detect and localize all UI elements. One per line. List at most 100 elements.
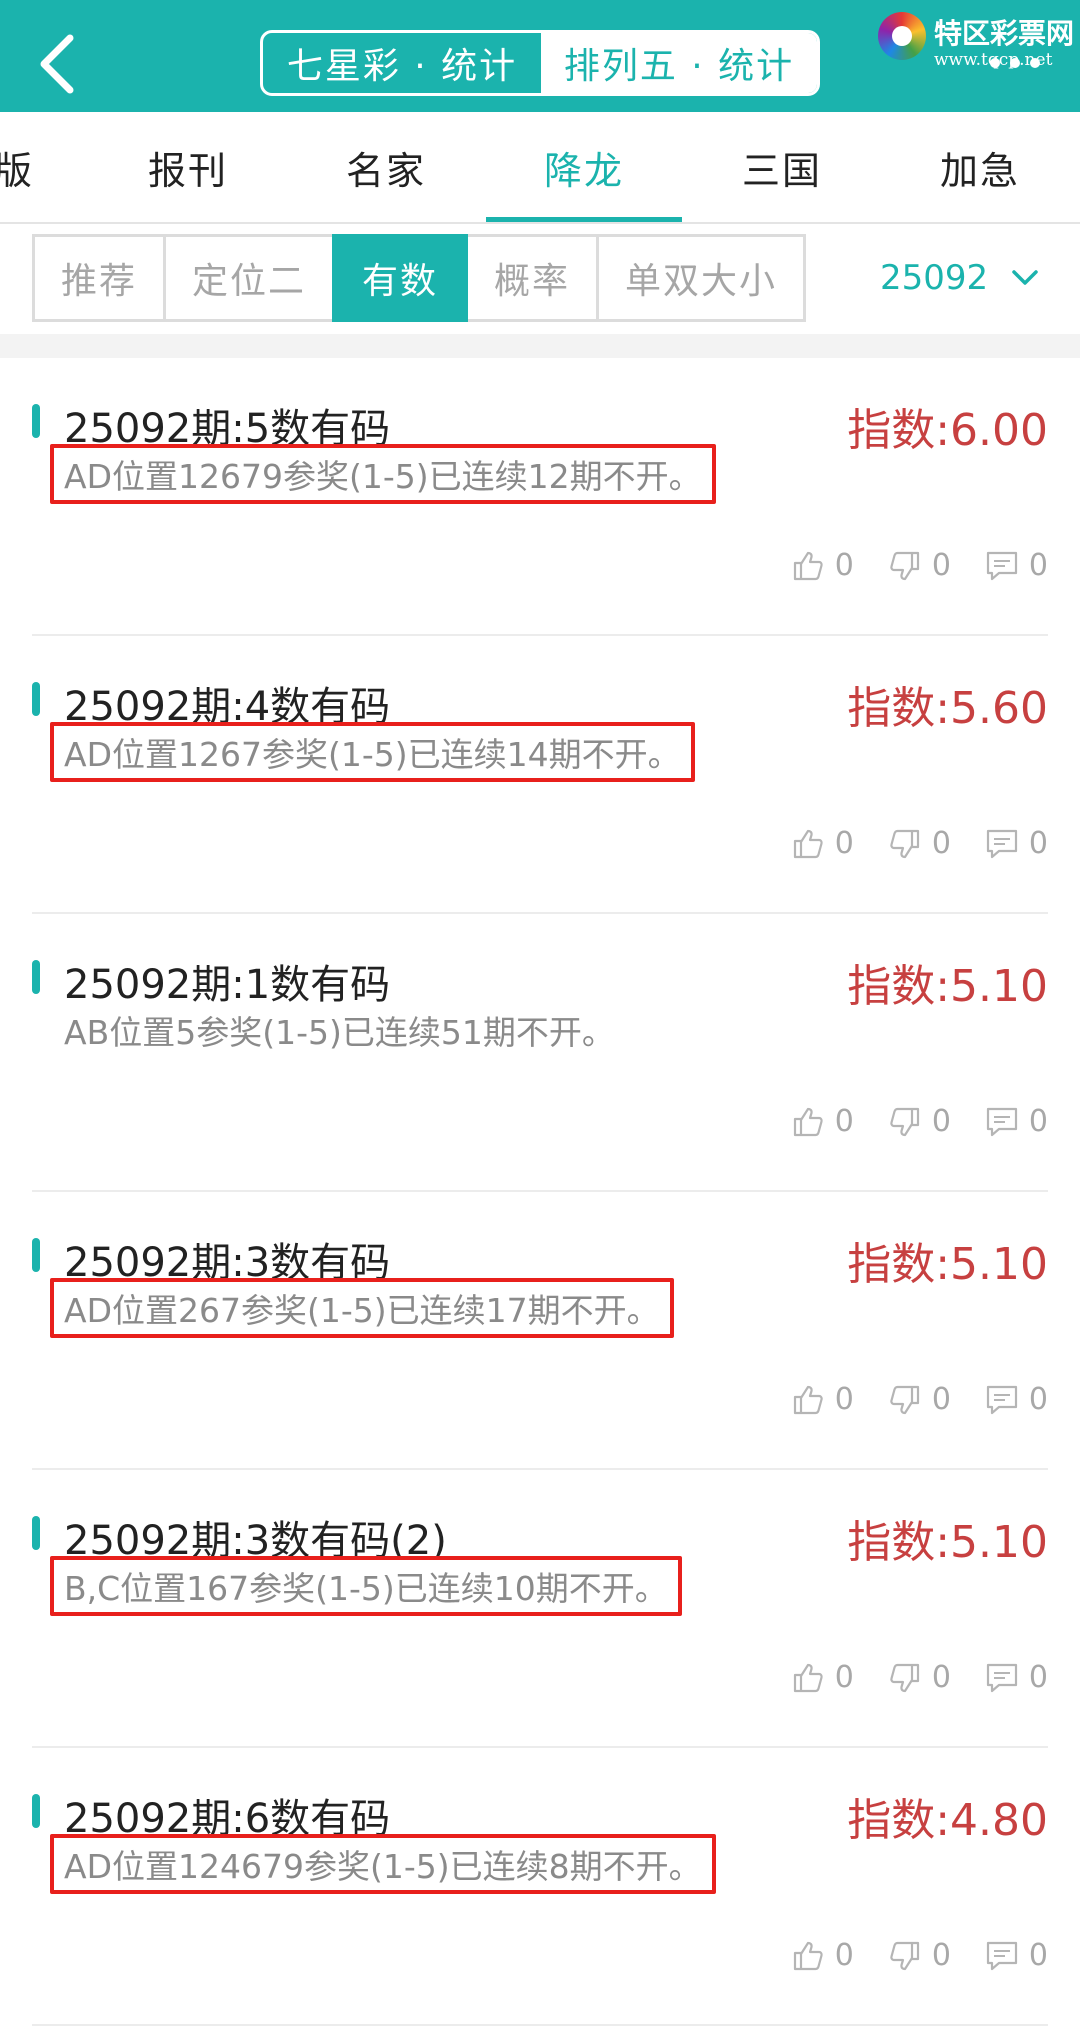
like-button[interactable]: 0 <box>791 1104 854 1139</box>
item-marker <box>32 1516 40 1550</box>
filter-gailv[interactable]: 概率 <box>465 234 599 322</box>
item-actions: 0 0 0 <box>757 1382 1048 1417</box>
list-item[interactable]: 25092期:1数有码 指数:5.10 AB位置5参奖(1-5)已连续51期不开。 0… <box>32 914 1048 1192</box>
like-count: 0 <box>834 826 854 861</box>
item-actions: 0 0 0 <box>757 1938 1048 1973</box>
comment-count: 0 <box>1028 1382 1048 1417</box>
thumb-down-icon <box>890 1107 919 1136</box>
like-count: 0 <box>834 1104 854 1139</box>
comment-count: 0 <box>1028 548 1048 583</box>
filter-danshuangdaxiao[interactable]: 单双大小 <box>596 234 806 322</box>
item-marker <box>32 1238 40 1272</box>
top-bar: 七星彩 · 统计 排列五 · 统计 特区彩票网 www.tqcp.net <box>0 0 1080 112</box>
list-item[interactable]: 25092期:4数有码 指数:5.60 AD位置1267参奖(1-5)已连续14期不… <box>32 636 1048 914</box>
item-actions: 0 0 0 <box>757 548 1048 583</box>
item-actions: 0 0 0 <box>757 1660 1048 1695</box>
filter-tuijian[interactable]: 推荐 <box>32 234 166 322</box>
item-description: B,C位置167参奖(1-5)已连续10期不开。 <box>50 1556 682 1616</box>
dislike-count: 0 <box>931 1104 951 1139</box>
list-item[interactable]: 25092期:3数有码(2) 指数:5.10 B,C位置167参奖(1-5)已连续1… <box>32 1470 1048 1748</box>
site-logo: 特区彩票网 www.tqcp.net <box>878 8 1078 70</box>
dislike-button[interactable]: 0 <box>888 1104 951 1139</box>
comment-count: 0 <box>1028 1104 1048 1139</box>
tab-mingjia[interactable]: 名家 <box>288 112 484 222</box>
thumb-down-icon <box>890 829 919 858</box>
item-marker <box>32 404 40 438</box>
item-marker <box>32 960 40 994</box>
like-button[interactable]: 0 <box>791 1938 854 1973</box>
comment-icon <box>986 1663 1018 1692</box>
logo-icon <box>878 12 926 60</box>
comment-icon <box>986 829 1018 858</box>
list-item[interactable]: 25092期:6数有码 指数:4.80 AD位置124679参奖(1-5)已连续8期… <box>32 1748 1048 2026</box>
like-button[interactable]: 0 <box>791 1382 854 1417</box>
thumb-up-icon <box>793 551 823 580</box>
thumb-up-icon <box>793 829 823 858</box>
list-item[interactable]: 25092期:5数有码 指数:6.00 AD位置12679参奖(1-5)已连续12期… <box>32 358 1048 636</box>
filter-group: 推荐 定位二 有数 概率 单双大小 <box>32 234 806 322</box>
more-menu-icon[interactable] <box>990 58 1040 68</box>
thumb-down-icon <box>890 1385 919 1414</box>
period-value: 25092 <box>880 258 989 298</box>
comment-icon <box>986 1941 1018 1970</box>
segment-pailiewu[interactable]: 排列五 · 统计 <box>541 33 817 93</box>
comment-count: 0 <box>1028 826 1048 861</box>
chevron-down-icon <box>1012 270 1038 285</box>
thumb-up-icon <box>793 1663 823 1692</box>
thumb-up-icon <box>793 1107 823 1136</box>
comment-button[interactable]: 0 <box>985 1104 1048 1139</box>
back-button[interactable] <box>30 28 90 98</box>
list-item[interactable]: 25092期:3数有码 指数:5.10 AD位置267参奖(1-5)已连续17期不开… <box>32 1192 1048 1470</box>
dislike-count: 0 <box>931 1660 951 1695</box>
filter-dingweier[interactable]: 定位二 <box>163 234 335 322</box>
dislike-count: 0 <box>931 1382 951 1417</box>
item-marker <box>32 1794 40 1828</box>
like-button[interactable]: 0 <box>791 548 854 583</box>
item-marker <box>32 682 40 716</box>
lottery-type-switch: 七星彩 · 统计 排列五 · 统计 <box>260 30 820 96</box>
tab-baokan[interactable]: 报刊 <box>90 112 286 222</box>
item-score: 指数:5.10 <box>847 1517 1048 1568</box>
comment-count: 0 <box>1028 1938 1048 1973</box>
dislike-count: 0 <box>931 1938 951 1973</box>
tab-xianglong[interactable]: 降龙 <box>486 112 682 222</box>
item-actions: 0 0 0 <box>757 1104 1048 1139</box>
comment-icon <box>986 551 1018 580</box>
tab-sanguo[interactable]: 三国 <box>684 112 880 222</box>
dislike-count: 0 <box>931 826 951 861</box>
period-select[interactable]: 25092 <box>880 250 1040 306</box>
item-score: 指数:6.00 <box>847 405 1048 456</box>
prediction-list: 25092期:5数有码 指数:6.00 AD位置12679参奖(1-5)已连续12期… <box>0 358 1080 2026</box>
dislike-button[interactable]: 0 <box>888 1938 951 1973</box>
dislike-button[interactable]: 0 <box>888 1382 951 1417</box>
thumb-down-icon <box>890 551 919 580</box>
dislike-button[interactable]: 0 <box>888 826 951 861</box>
thumb-down-icon <box>890 1663 919 1692</box>
thumb-up-icon <box>793 1941 823 1970</box>
like-count: 0 <box>834 1938 854 1973</box>
comment-icon <box>986 1385 1018 1414</box>
comment-button[interactable]: 0 <box>985 548 1048 583</box>
like-button[interactable]: 0 <box>791 826 854 861</box>
comment-button[interactable]: 0 <box>985 1660 1048 1695</box>
segment-qixingcai[interactable]: 七星彩 · 统计 <box>263 33 541 93</box>
item-score: 指数:4.80 <box>847 1795 1048 1846</box>
comment-button[interactable]: 0 <box>985 1938 1048 1973</box>
tab-jiaji[interactable]: 加急 <box>882 112 1078 222</box>
like-count: 0 <box>834 548 854 583</box>
dislike-button[interactable]: 0 <box>888 548 951 583</box>
logo-name: 特区彩票网 <box>934 17 1075 50</box>
chevron-left-icon <box>40 34 74 94</box>
item-description: AD位置12679参奖(1-5)已连续12期不开。 <box>50 444 716 504</box>
item-score: 指数:5.60 <box>847 683 1048 734</box>
item-description: AD位置267参奖(1-5)已连续17期不开。 <box>50 1278 674 1338</box>
dislike-button[interactable]: 0 <box>888 1660 951 1695</box>
item-score: 指数:5.10 <box>847 1239 1048 1290</box>
thumb-down-icon <box>890 1941 919 1970</box>
comment-button[interactable]: 0 <box>985 826 1048 861</box>
category-tabs: 版 报刊 名家 降龙 三国 加急 <box>0 112 1080 224</box>
thumb-up-icon <box>793 1385 823 1414</box>
filter-youshu[interactable]: 有数 <box>332 234 468 322</box>
like-button[interactable]: 0 <box>791 1660 854 1695</box>
comment-button[interactable]: 0 <box>985 1382 1048 1417</box>
